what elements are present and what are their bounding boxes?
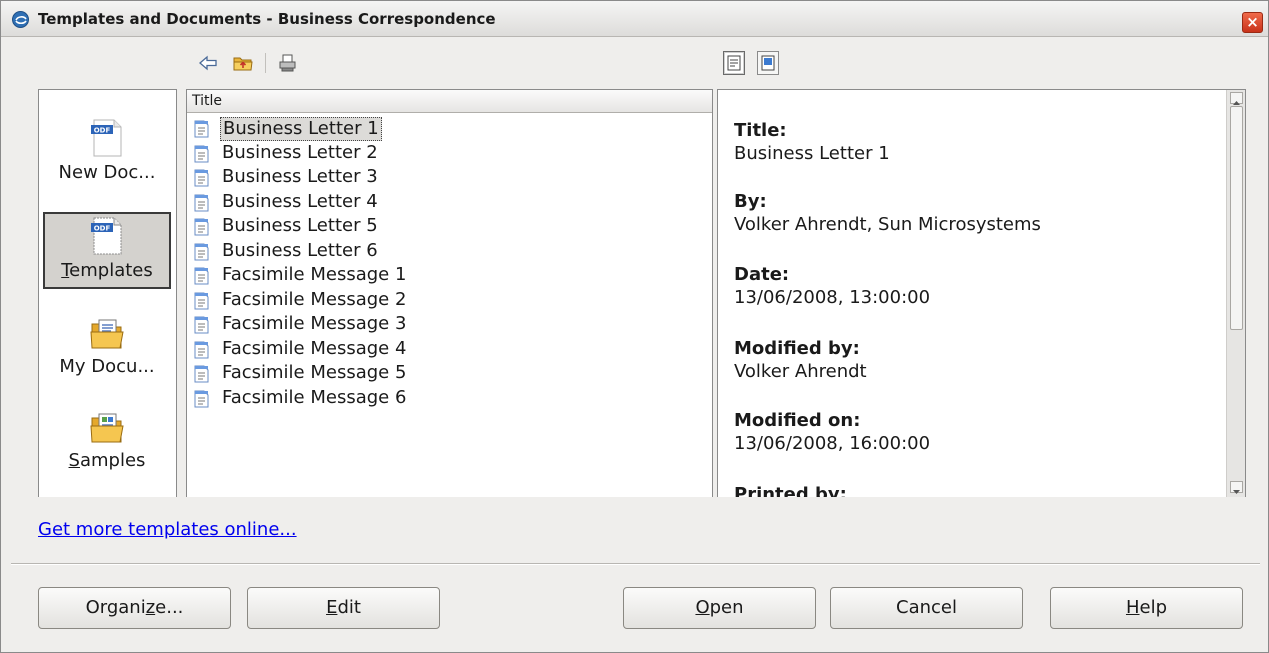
list-item[interactable]: Business Letter 6 bbox=[188, 239, 711, 264]
template-document-icon bbox=[194, 194, 209, 211]
list-item-label: Business Letter 4 bbox=[222, 190, 378, 212]
odf-badge: ODF bbox=[94, 225, 111, 233]
templates-icon: ODF bbox=[91, 217, 122, 255]
new-document-icon: ODF bbox=[91, 119, 122, 157]
prop-title-label: Title: bbox=[734, 120, 787, 141]
list-item-label: Business Letter 6 bbox=[222, 239, 378, 261]
up-folder-icon[interactable] bbox=[232, 52, 254, 74]
prop-modified-by: Modified by: Volker Ahrendt bbox=[734, 338, 867, 384]
back-icon[interactable] bbox=[197, 52, 219, 74]
list-item-label: Business Letter 1 bbox=[220, 117, 382, 141]
organize-button[interactable]: Organize... bbox=[38, 587, 231, 629]
my-documents-folder-icon bbox=[90, 319, 124, 349]
toolbar-separator bbox=[265, 53, 266, 73]
list-item-label: Facsimile Message 5 bbox=[222, 362, 407, 383]
scroll-up-icon[interactable] bbox=[1230, 92, 1243, 105]
templates-dialog: Templates and Documents - Business Corre… bbox=[0, 0, 1269, 653]
list-item-label: Facsimile Message 3 bbox=[222, 313, 407, 334]
list-item-label: Business Letter 3 bbox=[222, 166, 378, 187]
cancel-button[interactable]: Cancel bbox=[830, 587, 1023, 629]
list-item[interactable]: Business Letter 5 bbox=[188, 214, 711, 239]
prop-date: Date: 13/06/2008, 13:00:00 bbox=[734, 264, 930, 310]
prop-modified-on-value: 13/06/2008, 16:00:00 bbox=[734, 433, 931, 454]
window-title: Templates and Documents - Business Corre… bbox=[38, 10, 496, 28]
template-document-icon bbox=[194, 120, 209, 138]
list-item[interactable]: Business Letter 4 bbox=[188, 190, 711, 215]
open-button[interactable]: Open bbox=[623, 587, 816, 629]
prop-printed-by-label: Printed by: bbox=[734, 484, 847, 497]
preview-view-icon[interactable] bbox=[757, 51, 779, 75]
template-document-icon bbox=[194, 267, 209, 285]
nav-label-my-documents: My Docu... bbox=[59, 356, 155, 377]
nav-item-templates[interactable]: ODF Templates bbox=[43, 212, 171, 289]
list-item[interactable]: Facsimile Message 4 bbox=[188, 337, 711, 362]
list-item-label: Facsimile Message 6 bbox=[222, 386, 407, 408]
template-document-icon bbox=[194, 365, 209, 383]
list-item[interactable]: Business Letter 2 bbox=[188, 141, 711, 166]
prop-by-label: By: bbox=[734, 191, 767, 212]
column-header-title[interactable]: Title bbox=[187, 90, 712, 113]
scroll-thumb[interactable] bbox=[1230, 106, 1243, 330]
category-panel: ODF New Doc... ODF Templates My Docu... bbox=[38, 89, 177, 497]
prop-by-value: Volker Ahrendt, Sun Microsystems bbox=[734, 214, 1041, 235]
list-item-label: Business Letter 5 bbox=[222, 215, 378, 236]
help-button[interactable]: Help bbox=[1050, 587, 1243, 629]
prop-printed-by: Printed by: bbox=[734, 484, 847, 497]
app-icon bbox=[12, 11, 29, 28]
template-document-icon bbox=[194, 145, 209, 162]
list-item[interactable]: Facsimile Message 2 bbox=[188, 288, 711, 313]
prop-by: By: Volker Ahrendt, Sun Microsystems bbox=[734, 191, 1041, 237]
list-item[interactable]: Facsimile Message 3 bbox=[188, 312, 711, 337]
list-item-label: Business Letter 2 bbox=[222, 141, 378, 163]
template-list: Title Business Letter 1 Business Letter 2… bbox=[186, 89, 713, 497]
nav-item-new-document[interactable]: ODF New Doc... bbox=[43, 118, 171, 198]
odf-badge: ODF bbox=[94, 127, 111, 135]
list-item[interactable]: Facsimile Message 5 bbox=[188, 361, 711, 386]
template-document-icon bbox=[194, 218, 209, 236]
prop-title: Title: Business Letter 1 bbox=[734, 120, 890, 166]
prop-modified-on: Modified on: 13/06/2008, 16:00:00 bbox=[734, 410, 930, 456]
samples-folder-icon bbox=[90, 413, 124, 443]
prop-modified-by-label: Modified by: bbox=[734, 338, 860, 359]
list-item[interactable]: Facsimile Message 6 bbox=[188, 386, 711, 411]
template-document-icon bbox=[194, 169, 209, 187]
list-item-label: Facsimile Message 1 bbox=[222, 264, 407, 285]
list-item[interactable]: Business Letter 3 bbox=[188, 165, 711, 190]
nav-item-my-documents[interactable]: My Docu... bbox=[43, 316, 171, 396]
template-document-icon bbox=[194, 243, 209, 260]
template-document-icon bbox=[194, 390, 209, 407]
close-button[interactable]: × bbox=[1242, 12, 1263, 33]
title-bar: Templates and Documents - Business Corre… bbox=[1, 1, 1268, 37]
print-icon[interactable] bbox=[277, 52, 299, 74]
prop-date-value: 13/06/2008, 13:00:00 bbox=[734, 287, 931, 308]
template-document-icon bbox=[194, 316, 209, 334]
separator bbox=[11, 563, 1260, 565]
nav-label-new-document: New Doc... bbox=[58, 162, 156, 183]
prop-modified-on-label: Modified on: bbox=[734, 410, 861, 431]
list-item-label: Facsimile Message 4 bbox=[222, 337, 407, 359]
document-properties-view-icon[interactable] bbox=[723, 51, 745, 75]
get-more-templates-link[interactable]: Get more templates online... bbox=[38, 519, 297, 540]
template-document-icon bbox=[194, 292, 209, 309]
prop-title-value: Business Letter 1 bbox=[734, 143, 890, 164]
prop-modified-by-value: Volker Ahrendt bbox=[734, 361, 867, 382]
list-item[interactable]: Facsimile Message 1 bbox=[188, 263, 711, 288]
template-document-icon bbox=[194, 341, 209, 358]
nav-item-samples[interactable]: Samples bbox=[43, 410, 171, 490]
list-item-label: Facsimile Message 2 bbox=[222, 288, 407, 310]
document-properties-panel: Title: Business Letter 1 By: Volker Ahre… bbox=[717, 89, 1246, 497]
list-item[interactable]: Business Letter 1 bbox=[188, 116, 711, 141]
edit-button[interactable]: Edit bbox=[247, 587, 440, 629]
properties-scrollbar[interactable] bbox=[1226, 90, 1245, 497]
nav-label-templates: Templates bbox=[61, 260, 153, 281]
nav-label-samples: Samples bbox=[68, 450, 146, 471]
prop-date-label: Date: bbox=[734, 264, 790, 285]
scroll-down-icon[interactable] bbox=[1230, 481, 1243, 494]
